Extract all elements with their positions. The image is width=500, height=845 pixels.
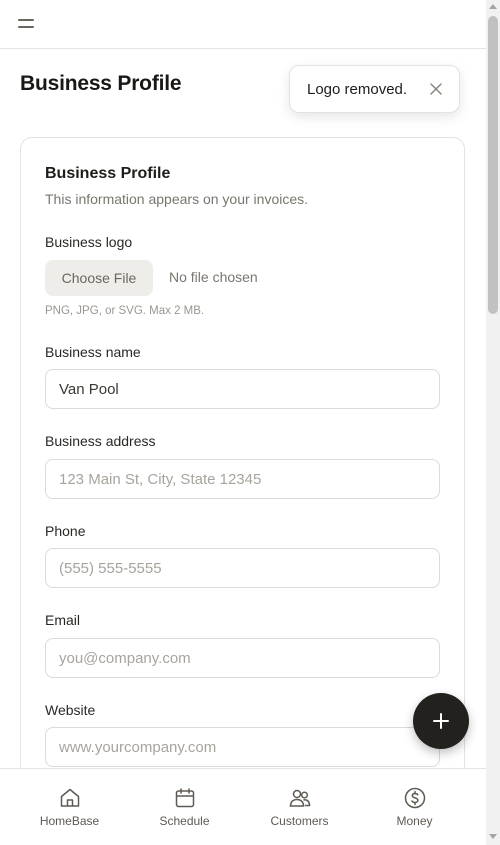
menu-line <box>18 26 34 28</box>
file-status-text: No file chosen <box>169 269 258 285</box>
top-bar <box>0 0 486 49</box>
phone-input[interactable]: (555) 555-5555 <box>45 548 440 588</box>
business-address-label: Business address <box>45 433 156 449</box>
business-name-label: Business name <box>45 344 141 360</box>
logo-hint-text: PNG, JPG, or SVG. Max 2 MB. <box>45 305 205 317</box>
nav-label-homebase: HomeBase <box>39 814 100 828</box>
nav-label-customers: Customers <box>270 814 329 828</box>
nav-item-customers[interactable]: Customers <box>242 769 357 845</box>
toast-message: Logo removed. <box>307 81 408 98</box>
email-label: Email <box>45 612 81 628</box>
business-name-value: Van Pool <box>59 380 119 398</box>
card-subtitle: This information appears on your invoice… <box>45 191 309 207</box>
email-placeholder: you@company.com <box>59 649 191 667</box>
card-title: Business Profile <box>45 165 171 182</box>
business-address-placeholder: 123 Main St, City, State 12345 <box>59 470 262 488</box>
scroll-thumb[interactable] <box>488 16 498 314</box>
website-label: Website <box>45 702 96 718</box>
business-name-input[interactable]: Van Pool <box>45 369 440 409</box>
nav-item-schedule[interactable]: Schedule <box>127 769 242 845</box>
choose-file-button[interactable]: Choose File <box>45 260 153 296</box>
website-placeholder: www.yourcompany.com <box>59 738 217 756</box>
calendar-icon <box>175 788 194 808</box>
toast-notification: Logo removed. <box>289 65 460 113</box>
bottom-navigation: HomeBase Schedule Customers Money <box>0 768 486 845</box>
business-address-input[interactable]: 123 Main St, City, State 12345 <box>45 459 440 499</box>
dollar-circle-icon <box>404 787 425 809</box>
nav-item-homebase[interactable]: HomeBase <box>12 769 127 845</box>
phone-placeholder: (555) 555-5555 <box>59 559 162 577</box>
nav-item-money[interactable]: Money <box>357 769 472 845</box>
scroll-up-arrow-icon[interactable] <box>489 4 497 9</box>
home-icon <box>60 788 79 807</box>
email-input[interactable]: you@company.com <box>45 638 440 678</box>
menu-line <box>18 19 34 21</box>
scrollbar[interactable] <box>486 0 500 845</box>
close-icon[interactable] <box>429 82 443 96</box>
page-title: Business Profile <box>20 72 182 95</box>
users-icon <box>289 789 310 807</box>
hamburger-menu-icon[interactable] <box>16 16 36 32</box>
add-button[interactable] <box>413 693 469 749</box>
scroll-down-arrow-icon[interactable] <box>489 834 497 839</box>
nav-label-schedule: Schedule <box>159 814 210 828</box>
phone-label: Phone <box>45 523 86 539</box>
website-input[interactable]: www.yourcompany.com <box>45 727 440 767</box>
nav-label-money: Money <box>396 814 433 828</box>
business-logo-label: Business logo <box>45 234 133 250</box>
